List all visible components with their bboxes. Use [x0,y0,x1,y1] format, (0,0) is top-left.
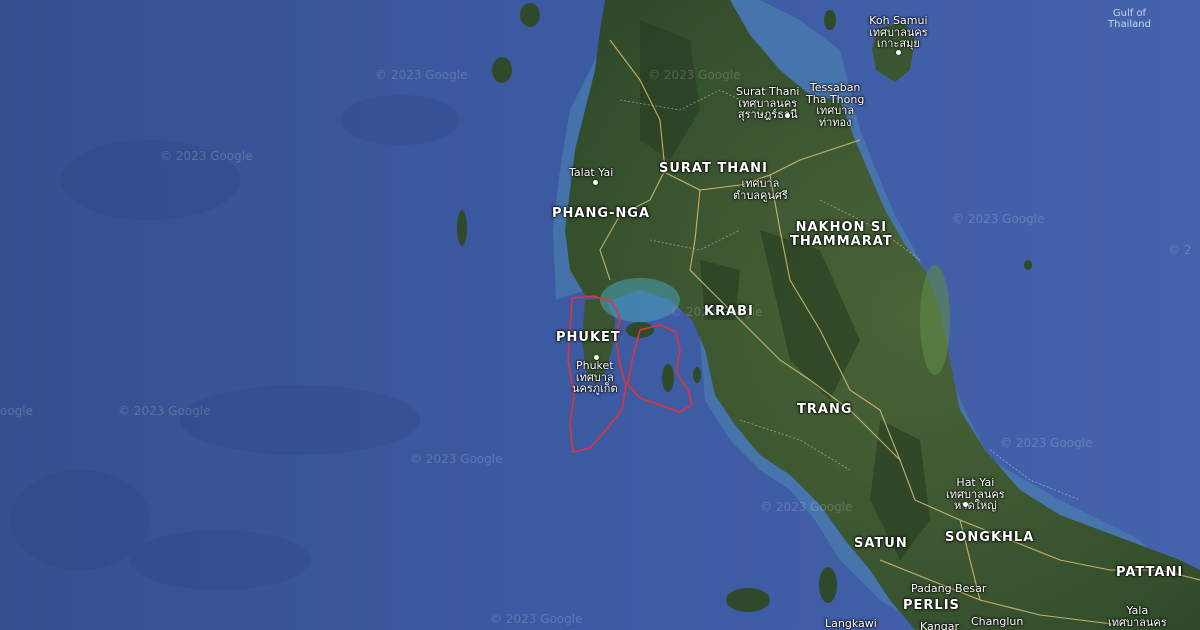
place-dot-talat-yai [593,180,598,185]
province-label-songkhla: SONGKHLA [945,530,1035,545]
place-label-yala: Yala เทศบาลนคร [1108,604,1167,629]
watermark: © 2023 Google [160,149,253,163]
province-label-nakhon-si-thammarat: NAKHON SI THAMMARAT [790,220,893,249]
province-label-satun: SATUN [854,536,908,551]
province-label-phang-nga: PHANG-NGA [552,206,651,221]
province-label-trang: TRANG [797,402,853,417]
place-label-hat-yai: Hat Yai เทศบาลนคร หาดใหญ่ [946,476,1005,513]
province-label-phuket: PHUKET [556,330,621,345]
place-label-kangar: Kangar [920,620,959,630]
watermark: © 2023 Google [648,68,741,82]
province-label-perlis: PERLIS [903,598,960,613]
satellite-map[interactable]: Gulf of Thailand SURAT THANI PHANG-NGA N… [0,0,1200,630]
place-label-phuket-city: Phuket เทศบาล นครภูเก็ต [572,359,618,396]
place-label-langkawi: Langkawi [825,617,877,630]
watermark: © 2023 Google [952,212,1045,226]
lagoon [920,265,950,375]
province-label-surat-thani: SURAT THANI [659,161,768,176]
watermark: © 2023 Google [375,68,468,82]
watermark: © 2023 Google [410,452,503,466]
place-label-changlun: Changlun [971,615,1024,628]
place-label-koh-samui: Koh Samui เทศบาลนคร เกาะสมุย [869,14,928,51]
place-dot-hat-yai [963,502,968,507]
watermark: oogle [0,404,34,418]
place-label-khun-sri: เทศบาล ตำบลคูนศรี [733,177,788,202]
watermark: © 2023 Google [670,305,763,319]
watermark: © 2023 Google [760,500,853,514]
watermark: © 2 [1168,243,1192,257]
water-label-gulf: Gulf of Thailand [1108,8,1151,30]
watermark: © 2023 Google [118,404,211,418]
place-label-talat-yai: Talat Yai [569,166,614,179]
phang-nga-bay [600,278,680,322]
place-dot-koh-samui [896,50,901,55]
place-label-padang-besar: Padang Besar [911,582,987,595]
place-dot-phuket [594,355,599,360]
watermark: © 2023 Google [1000,436,1093,450]
watermark: © 2023 Google [490,612,583,626]
place-label-tha-thong: Tessaban Tha Thong เทศบาล ท่าทอง [806,81,865,129]
place-dot-surat-thani [785,113,790,118]
province-label-pattani: PATTANI [1116,565,1184,580]
